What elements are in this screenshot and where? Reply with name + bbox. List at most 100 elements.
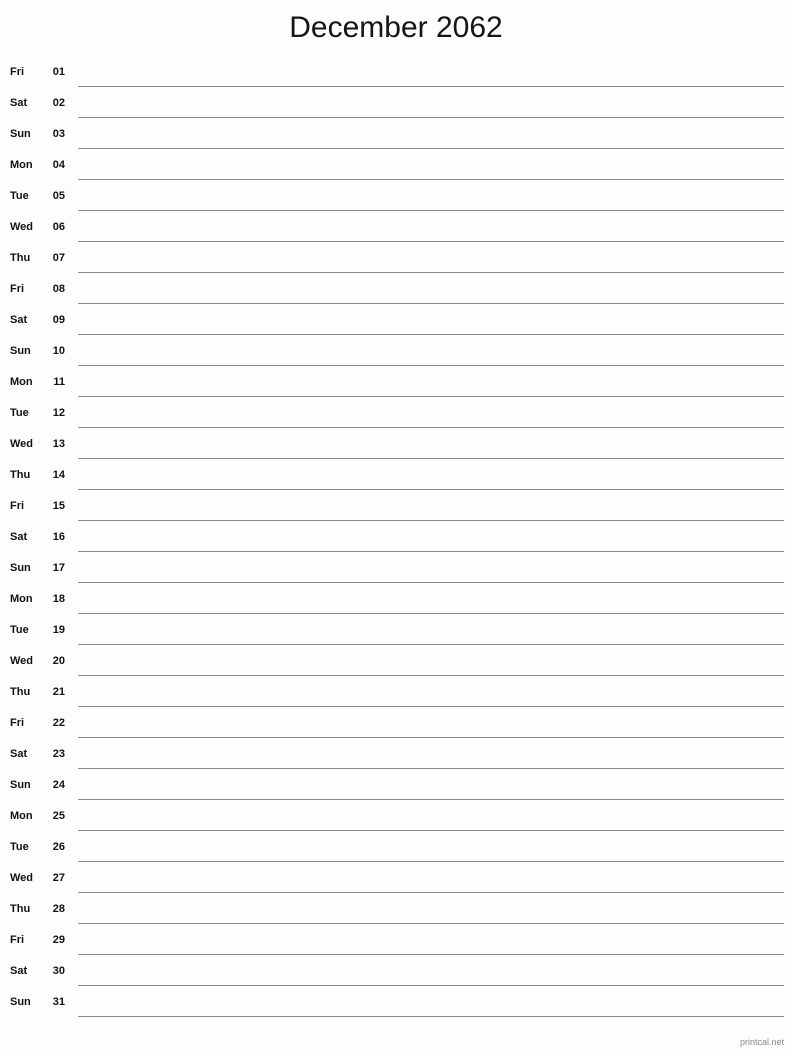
day-note-line[interactable]: [78, 210, 784, 211]
day-row: Sat 30: [0, 959, 792, 990]
day-weekday-label: Wed: [10, 655, 34, 667]
day-date-number: 16: [52, 531, 65, 543]
day-note-line[interactable]: [78, 644, 784, 645]
day-weekday-label: Thu: [10, 903, 31, 915]
day-note-line[interactable]: [78, 799, 784, 800]
day-weekday-label: Sat: [10, 97, 28, 109]
day-date-number: 19: [52, 624, 65, 636]
day-note-line[interactable]: [78, 458, 784, 459]
day-row: Mon 11: [0, 370, 792, 401]
page-title: December 2062: [289, 11, 503, 44]
day-date-number: 29: [52, 934, 65, 946]
day-weekday-label: Fri: [10, 66, 25, 78]
day-weekday-label: Sun: [10, 779, 31, 791]
day-row: Sun 24: [0, 773, 792, 804]
day-date-number: 27: [52, 872, 65, 884]
day-note-line[interactable]: [78, 861, 784, 862]
day-row: Fri 01: [0, 60, 792, 91]
day-date-number: 24: [52, 779, 65, 791]
day-note-line[interactable]: [78, 551, 784, 552]
day-date-number: 31: [52, 996, 65, 1008]
day-weekday-label: Tue: [10, 624, 29, 636]
day-note-line[interactable]: [78, 830, 784, 831]
day-date-number: 07: [52, 252, 65, 264]
day-date-number: 23: [52, 748, 65, 760]
day-weekday-label: Sun: [10, 345, 31, 357]
day-row: Thu 07: [0, 246, 792, 277]
day-date-number: 10: [52, 345, 65, 357]
day-row: Thu 21: [0, 680, 792, 711]
day-date-number: 14: [52, 469, 65, 481]
day-date-number: 02: [52, 97, 65, 109]
day-note-line[interactable]: [78, 520, 784, 521]
day-note-line[interactable]: [78, 737, 784, 738]
day-weekday-label: Sun: [10, 996, 31, 1008]
day-row: Sat 09: [0, 308, 792, 339]
day-row: Tue 19: [0, 618, 792, 649]
day-weekday-label: Mon: [10, 159, 33, 171]
day-note-line[interactable]: [78, 923, 784, 924]
day-note-line[interactable]: [78, 613, 784, 614]
day-date-number: 21: [52, 686, 65, 698]
day-row: Fri 29: [0, 928, 792, 959]
day-weekday-label: Sun: [10, 128, 31, 140]
day-note-line[interactable]: [78, 954, 784, 955]
day-date-number: 30: [52, 965, 65, 977]
day-weekday-label: Fri: [10, 283, 25, 295]
day-note-line[interactable]: [78, 86, 784, 87]
day-weekday-label: Thu: [10, 469, 31, 481]
day-note-line[interactable]: [78, 179, 784, 180]
day-date-number: 25: [52, 810, 65, 822]
day-note-line[interactable]: [78, 396, 784, 397]
day-row: Fri 15: [0, 494, 792, 525]
day-row: Sat 16: [0, 525, 792, 556]
day-weekday-label: Sat: [10, 531, 28, 543]
day-weekday-label: Wed: [10, 872, 34, 884]
day-row: Thu 28: [0, 897, 792, 928]
day-note-line[interactable]: [78, 303, 784, 304]
day-weekday-label: Fri: [10, 717, 25, 729]
day-date-number: 26: [52, 841, 65, 853]
day-date-number: 22: [52, 717, 65, 729]
day-row: Sun 17: [0, 556, 792, 587]
day-note-line[interactable]: [78, 272, 784, 273]
day-weekday-label: Mon: [10, 593, 33, 605]
day-note-line[interactable]: [78, 241, 784, 242]
day-note-line[interactable]: [78, 1016, 784, 1017]
day-row: Sun 31: [0, 990, 792, 1021]
day-weekday-label: Wed: [10, 221, 34, 233]
day-weekday-label: Tue: [10, 190, 29, 202]
day-note-line[interactable]: [78, 117, 784, 118]
day-date-number: 01: [52, 66, 65, 78]
day-date-number: 11: [53, 376, 65, 388]
day-weekday-label: Tue: [10, 407, 29, 419]
day-date-number: 20: [52, 655, 65, 667]
day-note-line[interactable]: [78, 768, 784, 769]
day-row: Wed 27: [0, 866, 792, 897]
day-note-line[interactable]: [78, 582, 784, 583]
day-note-line[interactable]: [78, 365, 784, 366]
day-note-line[interactable]: [78, 892, 784, 893]
day-weekday-label: Fri: [10, 934, 25, 946]
day-weekday-label: Thu: [10, 252, 31, 264]
day-date-number: 08: [52, 283, 65, 295]
day-note-line[interactable]: [78, 675, 784, 676]
day-row: Sat 23: [0, 742, 792, 773]
day-note-line[interactable]: [78, 427, 784, 428]
day-note-line[interactable]: [78, 489, 784, 490]
day-weekday-label: Mon: [10, 376, 33, 388]
day-row: Sun 03: [0, 122, 792, 153]
day-date-number: 28: [52, 903, 65, 915]
day-weekday-label: Tue: [10, 841, 29, 853]
day-weekday-label: Thu: [10, 686, 31, 698]
day-date-number: 06: [52, 221, 65, 233]
day-row: Fri 22: [0, 711, 792, 742]
day-note-line[interactable]: [78, 334, 784, 335]
calendar-page: December 2062 Fri 01 Sat 02 Sun 03 Mon 04 Tue 05 W…: [0, 0, 792, 1056]
day-weekday-label: Sat: [10, 748, 28, 760]
day-date-number: 04: [52, 159, 65, 171]
day-note-line[interactable]: [78, 706, 784, 707]
day-note-line[interactable]: [78, 985, 784, 986]
day-note-line[interactable]: [78, 148, 784, 149]
day-row: Sat 02: [0, 91, 792, 122]
